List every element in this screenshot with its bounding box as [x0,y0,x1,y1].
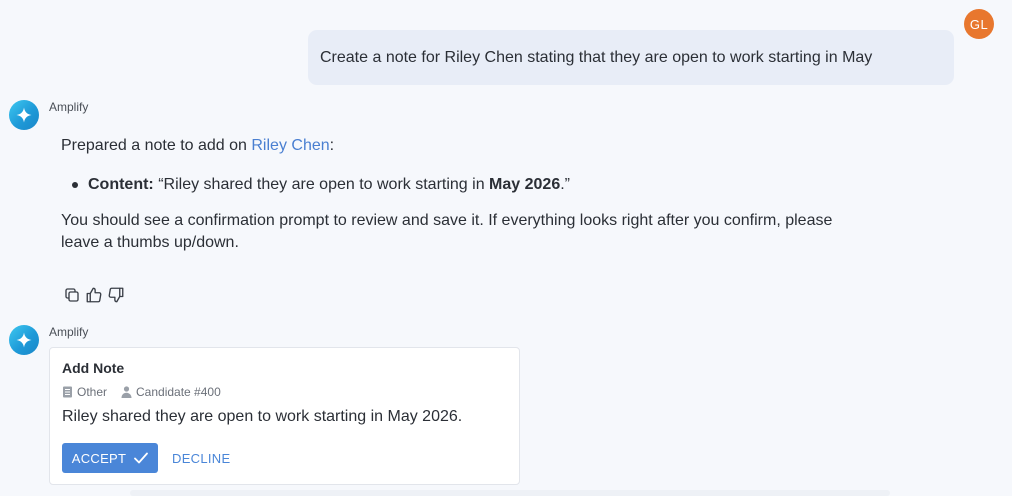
user-avatar[interactable]: GL [964,9,994,39]
content-suffix: .” [560,176,570,193]
note-content-bullet: Content: “Riley shared they are open to … [72,176,570,194]
accept-label: ACCEPT [71,450,127,466]
thumbs-down-icon[interactable] [106,285,126,305]
candidate-link[interactable]: Riley Chen [251,137,329,154]
intro-text: Prepared a note to add on [61,137,252,154]
candidate-meta: Candidate #400 [121,385,221,399]
user-message-bubble: Create a note for Riley Chen stating tha… [308,30,954,85]
thumbs-up-icon[interactable] [84,285,104,305]
bullet-dot [72,182,78,188]
add-note-card: Add Note Other Candidate #400 Riley shar… [49,347,520,485]
person-icon [121,386,132,398]
assistant-instructions: You should see a confirmation prompt to … [61,210,832,254]
copy-icon[interactable] [62,285,82,305]
instructions-line-2: leave a thumbs up/down. [61,234,239,251]
message-actions [62,285,126,305]
intro-colon: : [329,137,335,154]
content-bold-date: May 2026 [489,176,561,193]
category-meta: Other [62,385,107,399]
sparkle-icon [16,107,32,123]
accept-button[interactable]: ACCEPT [62,443,158,473]
document-icon [63,386,72,398]
input-area-edge [130,490,890,496]
assistant-name: Amplify [49,100,89,114]
assistant-name-2: Amplify [49,325,89,339]
check-icon [134,452,149,464]
decline-button[interactable]: DECLINE [172,443,230,473]
card-title: Add Note [62,360,125,376]
user-message-text: Create a note for Riley Chen stating tha… [320,48,873,66]
instructions-line-1: You should see a confirmation prompt to … [61,212,833,229]
note-body: Riley shared they are open to work start… [62,408,463,425]
content-text: “Riley shared they are open to work star… [153,176,490,193]
candidate-label: Candidate #400 [136,385,221,399]
content-label: Content: [88,176,154,193]
category-label: Other [77,385,108,399]
amplify-avatar [9,100,39,130]
assistant-intro: Prepared a note to add on Riley Chen: [61,135,334,157]
amplify-avatar-2 [9,325,39,355]
sparkle-icon [16,332,32,348]
card-meta: Other Candidate #400 [62,385,235,399]
